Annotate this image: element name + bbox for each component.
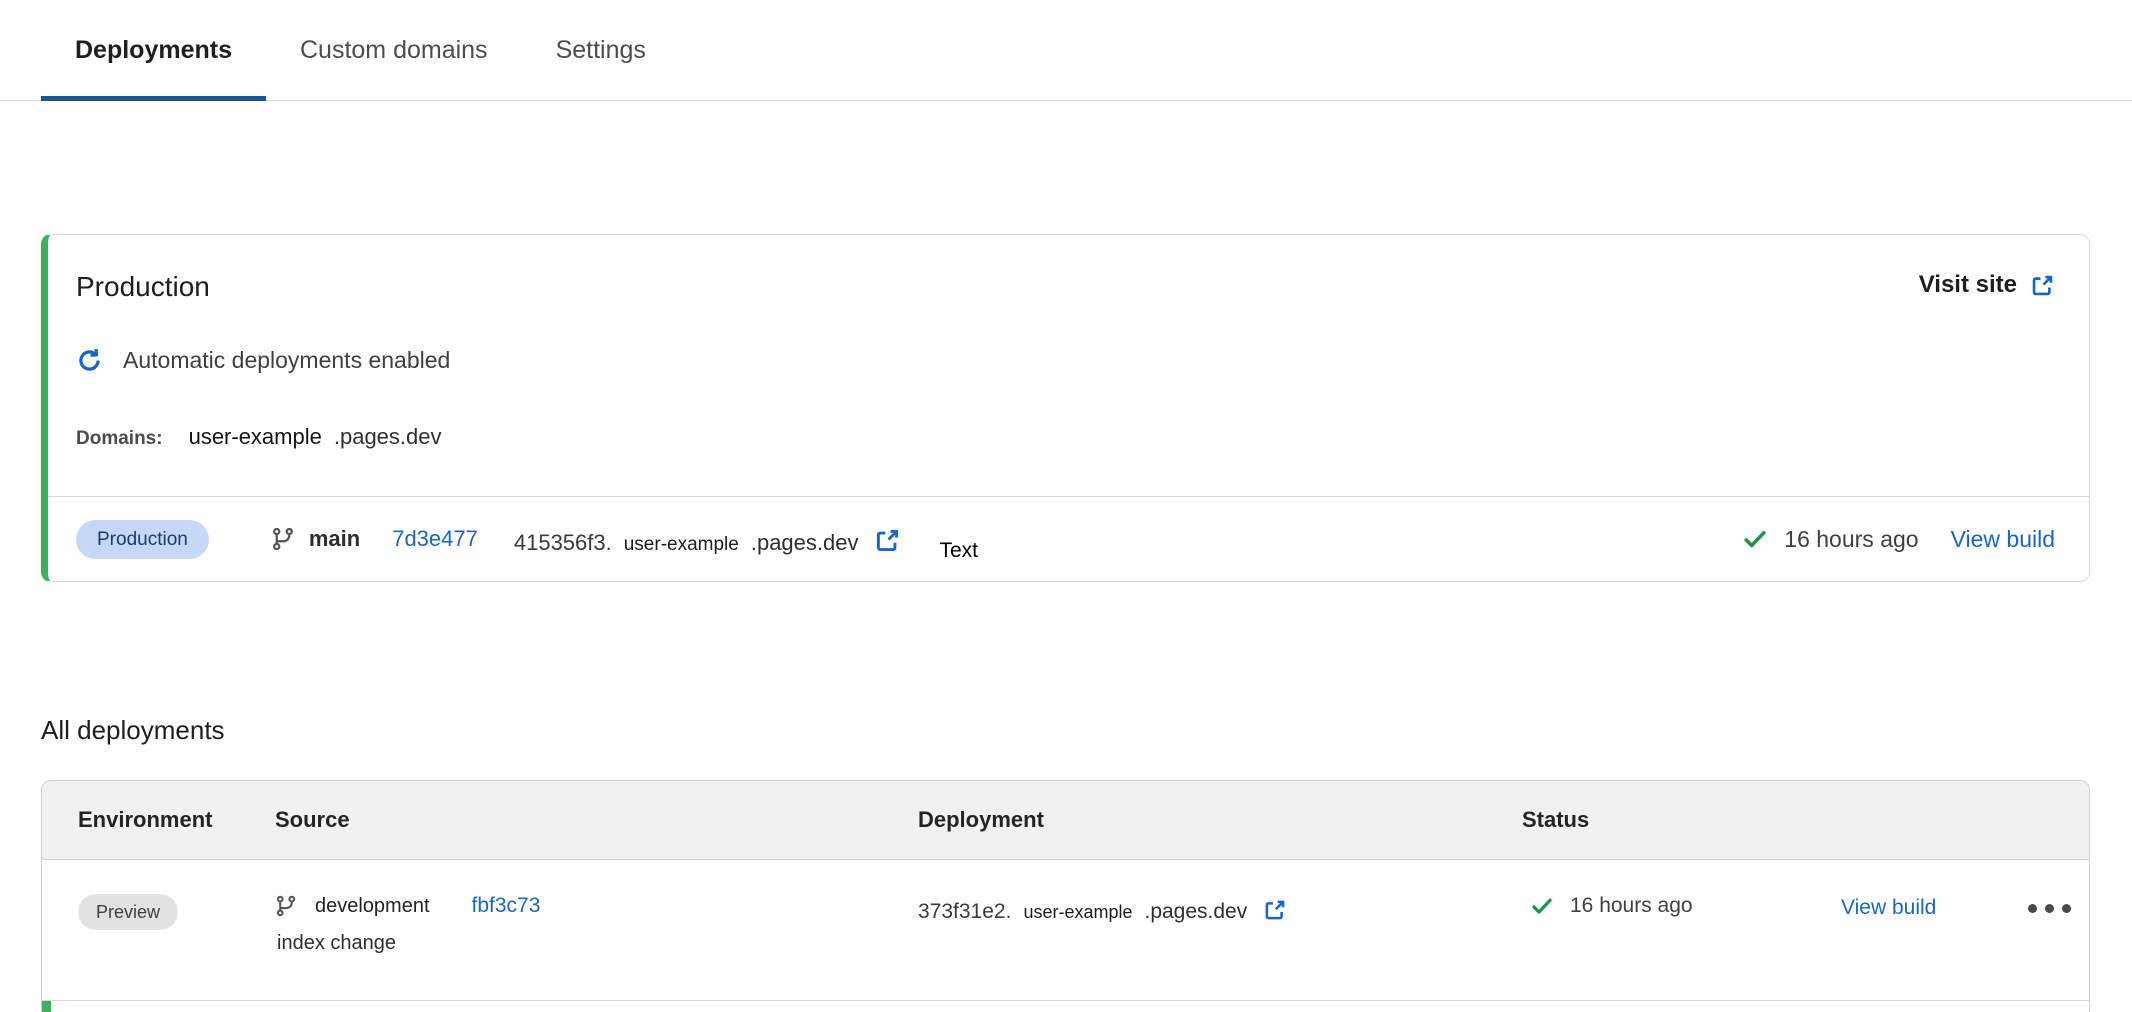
environment-badge-preview: Preview — [78, 894, 178, 930]
next-row-accent-stub — [42, 1001, 2089, 1012]
commit-link[interactable]: 7d3e477 — [392, 526, 478, 552]
branch-name: development — [315, 895, 430, 918]
deployment-note: Text — [939, 539, 978, 563]
tab-custom-domains-label: Custom domains — [300, 36, 488, 65]
domain-suffix: .pages.dev — [334, 424, 442, 450]
column-header-source: Source — [275, 807, 918, 833]
tab-deployments-label: Deployments — [75, 36, 232, 65]
tab-settings-label: Settings — [556, 36, 646, 65]
git-branch-icon — [271, 527, 295, 551]
deployment-url-project: user-example — [1023, 902, 1132, 923]
table-row: Preview development fbf3c73 index change — [42, 860, 2089, 1001]
column-header-status: Status — [1522, 807, 1831, 833]
refresh-icon — [76, 347, 103, 374]
commit-message: index change — [277, 932, 918, 955]
all-deployments-table: Environment Source Deployment Status Pre… — [41, 780, 2090, 1012]
production-card: Production Visit site Automa — [41, 234, 2090, 582]
view-build-link[interactable]: View build — [1841, 896, 1936, 920]
visit-site-link[interactable]: Visit site — [1919, 271, 2055, 299]
deployment-time: 16 hours ago — [1570, 894, 1693, 918]
page-tabs: Deployments Custom domains Settings — [0, 0, 2132, 101]
auto-deployments-text: Automatic deployments enabled — [123, 347, 450, 374]
view-build-link[interactable]: View build — [1951, 526, 2055, 553]
column-header-deployment: Deployment — [918, 807, 1522, 833]
column-header-environment: Environment — [78, 807, 275, 833]
visit-site-label: Visit site — [1919, 271, 2017, 299]
deployment-url-project: user-example — [624, 534, 739, 556]
deployment-url-subdomain: 373f31e2. — [918, 900, 1011, 924]
ellipsis-icon[interactable] — [2028, 904, 2089, 913]
table-header-row: Environment Source Deployment Status — [42, 781, 2089, 860]
external-link-icon[interactable] — [874, 527, 901, 554]
domain-name: user-example — [189, 424, 322, 450]
deployment-url: 373f31e2. user-example .pages.dev — [918, 894, 1522, 924]
external-link-icon — [2030, 273, 2055, 298]
all-deployments-title: All deployments — [41, 715, 2132, 746]
deployment-url-subdomain: 415356f3. — [514, 530, 612, 556]
deployment-url-suffix: .pages.dev — [751, 530, 859, 556]
tab-custom-domains[interactable]: Custom domains — [266, 0, 522, 100]
branch-name: main — [309, 526, 360, 552]
deployment-url-suffix: .pages.dev — [1144, 900, 1247, 924]
tab-settings[interactable]: Settings — [522, 0, 680, 100]
source-cell: development fbf3c73 index change — [275, 894, 918, 955]
check-icon — [1742, 526, 1768, 552]
production-card-title: Production — [76, 271, 210, 303]
production-deployment-row: Production main 7d3e477 415356f3. user-e… — [48, 496, 2089, 581]
domains-label: Domains: — [76, 428, 163, 450]
git-branch-icon — [275, 895, 297, 917]
environment-badge-production: Production — [76, 520, 209, 559]
deployment-url: 415356f3. user-example .pages.dev — [514, 523, 902, 556]
status-cell: 16 hours ago — [1530, 894, 1831, 918]
commit-link[interactable]: fbf3c73 — [472, 894, 541, 918]
deployment-time: 16 hours ago — [1784, 526, 1918, 553]
external-link-icon[interactable] — [1263, 898, 1287, 922]
check-icon — [1530, 894, 1554, 918]
tab-deployments[interactable]: Deployments — [41, 0, 266, 100]
